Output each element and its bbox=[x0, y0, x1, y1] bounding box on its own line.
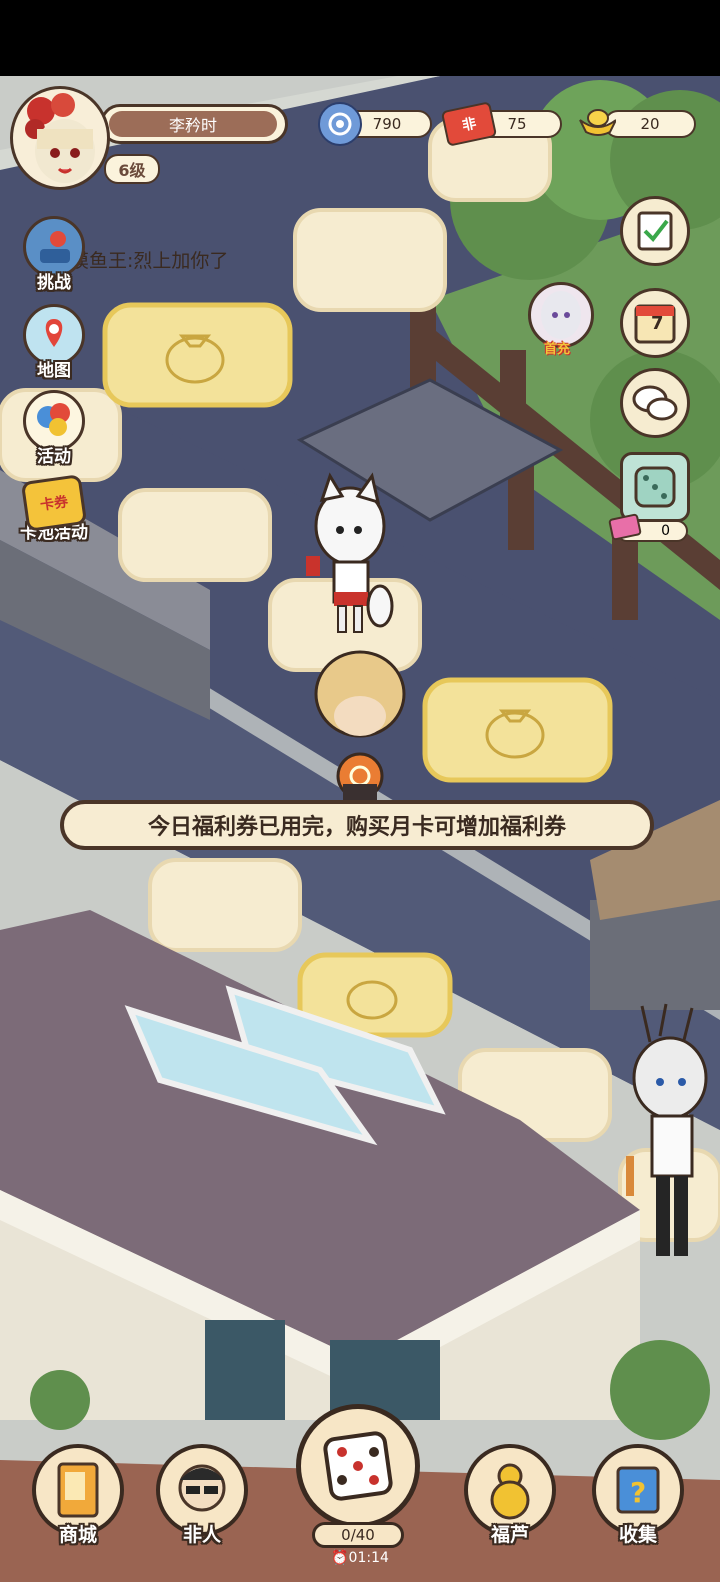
notice-text: 今日福利券已用完，购买月卡可增加福利券 bbox=[147, 815, 566, 840]
roll-dice-button[interactable] bbox=[296, 1404, 420, 1528]
blond-boy-character[interactable] bbox=[305, 636, 415, 806]
map-button[interactable]: 地图 bbox=[14, 304, 94, 381]
challenge-button[interactable]: 挑战 bbox=[14, 216, 94, 293]
green-dice-icon bbox=[634, 466, 676, 508]
dice-shop-button[interactable] bbox=[620, 452, 690, 522]
snail-currency-value: 790 bbox=[372, 115, 402, 133]
checklist-button[interactable] bbox=[620, 196, 690, 266]
white-fox-character[interactable] bbox=[300, 466, 400, 646]
snail-currency-icon bbox=[318, 102, 362, 146]
nonhuman-label: 非人 bbox=[182, 1524, 221, 1546]
level-badge: 6级 bbox=[104, 154, 160, 184]
gold-currency-bar[interactable]: 20 bbox=[604, 110, 696, 138]
challenge-label: 挑战 bbox=[37, 273, 71, 293]
player-avatar[interactable] bbox=[10, 86, 110, 190]
card-ticket-text: 卡券 bbox=[39, 494, 70, 514]
calendar-day: 7 bbox=[651, 313, 664, 334]
gourd-button[interactable]: 福芦 bbox=[460, 1444, 560, 1547]
player-name: 李矜时 bbox=[109, 111, 277, 137]
gold-ingot-icon bbox=[576, 100, 616, 140]
ticket-icon-text: 非 bbox=[460, 115, 478, 135]
gold-currency-value: 20 bbox=[640, 115, 660, 133]
dice-ticket-count: 0 bbox=[661, 523, 670, 539]
deer-npc-character[interactable] bbox=[620, 986, 720, 1286]
notice-banner: 今日福利券已用完，购买月卡可增加福利券 bbox=[60, 800, 654, 850]
collection-button[interactable]: ? 收集 bbox=[588, 1444, 688, 1547]
activity-label: 活动 bbox=[37, 447, 71, 467]
dice-count: 0/40 bbox=[341, 1526, 375, 1544]
checklist-icon bbox=[637, 211, 673, 251]
ticket-currency-value: 75 bbox=[507, 115, 527, 133]
svg-text:?: ? bbox=[630, 1476, 646, 1509]
dice-timer-text: 01:14 bbox=[348, 1550, 389, 1566]
gourd-label: 福芦 bbox=[490, 1524, 529, 1546]
player-name-plate[interactable]: 李矜时 bbox=[100, 104, 288, 144]
collection-label: 收集 bbox=[618, 1524, 657, 1546]
dice-timer: ⏰01:14 bbox=[320, 1550, 400, 1566]
alarm-clock-icon: ⏰ bbox=[331, 1550, 349, 1566]
calendar-button[interactable]: 7 bbox=[620, 288, 690, 358]
card-pool-button[interactable]: 卡券 卡池活动 bbox=[14, 474, 94, 543]
first-recharge-label: 首充 bbox=[544, 342, 571, 357]
dice-icon bbox=[323, 1431, 393, 1501]
shop-label: 商城 bbox=[58, 1524, 97, 1546]
level-text: 6级 bbox=[118, 161, 146, 180]
activity-button[interactable]: 活动 bbox=[14, 390, 94, 467]
first-recharge-button[interactable]: 首充 bbox=[528, 282, 598, 362]
chat-button[interactable] bbox=[620, 368, 690, 438]
speech-bubbles-icon bbox=[632, 385, 678, 421]
card-ticket-icon: 卡券 bbox=[20, 474, 88, 532]
nonhuman-button[interactable]: 非人 bbox=[152, 1444, 252, 1547]
dice-count-badge: 0/40 bbox=[312, 1522, 404, 1548]
map-label: 地图 bbox=[37, 361, 71, 381]
shop-button[interactable]: 商城 bbox=[28, 1444, 128, 1547]
